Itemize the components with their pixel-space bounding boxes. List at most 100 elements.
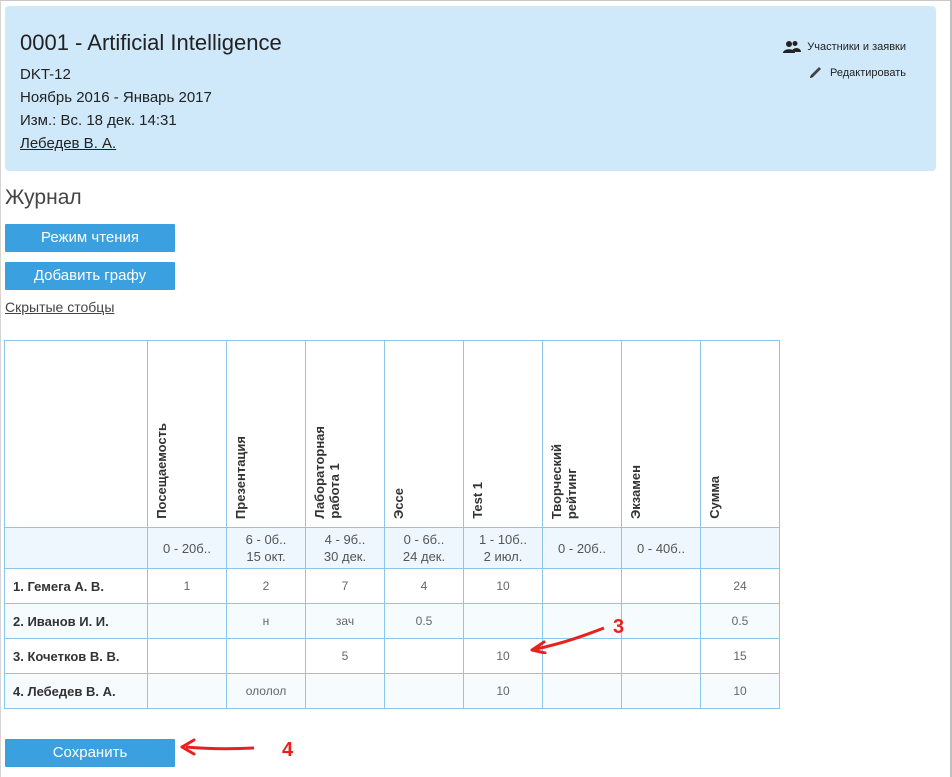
- grade-cell[interactable]: [147, 603, 227, 639]
- range-score: 0 - 20б..: [163, 540, 211, 556]
- column-header[interactable]: Посещаемость: [147, 340, 227, 528]
- grade-cell[interactable]: [226, 638, 306, 674]
- save-button[interactable]: Сохранить: [5, 739, 175, 767]
- pencil-icon: [810, 67, 821, 78]
- range-row: 0 - 20б.. 6 - 0б.. 15 окт. 4 - 9б.. 30 дек…: [4, 527, 780, 569]
- read-mode-button[interactable]: Режим чтения: [5, 224, 175, 252]
- grade-cell[interactable]: 5: [305, 638, 385, 674]
- journal-title: Журнал: [5, 186, 82, 209]
- range-score: 0 - 6б..: [403, 532, 445, 547]
- column-header[interactable]: Test 1: [463, 340, 543, 528]
- teacher-link[interactable]: Лебедев В. А.: [20, 135, 116, 152]
- annotation-arrow-icon: [180, 738, 255, 756]
- table-row: 1. Гемега А. В. 1 2 7 4 10 24: [4, 568, 780, 604]
- grade-cell[interactable]: [384, 638, 464, 674]
- header-actions: Участники и заявки Редактировать: [783, 38, 906, 90]
- grade-cell[interactable]: 0.5: [384, 603, 464, 639]
- range-corner: [4, 527, 148, 569]
- table-row: 3. Кочетков В. В. 5 10 15: [4, 638, 780, 674]
- column-header-label: Лабораторная работа 1: [312, 426, 342, 519]
- annotation-label-3: 3: [613, 616, 625, 638]
- grade-cell[interactable]: 1: [147, 568, 227, 604]
- users-icon: [783, 41, 802, 53]
- range-cell: 0 - 40б..: [621, 527, 701, 569]
- column-header-label: Посещаемость: [154, 423, 169, 519]
- grade-cell[interactable]: 10: [463, 568, 543, 604]
- grade-cell[interactable]: 4: [384, 568, 464, 604]
- student-name: 4. Лебедев В. А.: [4, 673, 148, 709]
- range-date: 30 дек.: [323, 549, 367, 564]
- window-top-border: [0, 0, 952, 1]
- annotation-label-4: 4: [282, 739, 294, 761]
- grade-cell[interactable]: 7: [305, 568, 385, 604]
- grade-cell[interactable]: [542, 673, 622, 709]
- student-name: 2. Иванов И. И.: [4, 603, 148, 639]
- range-date: 2 июл.: [483, 549, 523, 564]
- student-name: 3. Кочетков В. В.: [4, 638, 148, 674]
- range-cell: [700, 527, 780, 569]
- range-score: 0 - 20б..: [558, 540, 606, 556]
- table-row: 4. Лебедев В. А. ололол 10 10: [4, 673, 780, 709]
- range-date: 15 окт.: [246, 549, 286, 564]
- grade-cell[interactable]: ололол: [226, 673, 306, 709]
- column-header[interactable]: Творческий рейтинг: [542, 340, 622, 528]
- edit-label: Редактировать: [830, 67, 906, 79]
- column-header[interactable]: Эссе: [384, 340, 464, 528]
- column-header-label: Экзамен: [628, 465, 643, 519]
- sum-cell: 0.5: [700, 603, 780, 639]
- range-date: 24 дек.: [402, 549, 446, 564]
- grade-cell[interactable]: [305, 673, 385, 709]
- column-header-label: Презентация: [233, 435, 248, 519]
- course-code: DKT-12: [20, 66, 71, 83]
- range-cell: 6 - 0б.. 15 окт.: [226, 527, 306, 569]
- range-cell: 0 - 20б..: [542, 527, 622, 569]
- course-header: 0001 - Artificial Intelligence DKT-12 Но…: [5, 6, 936, 171]
- range-cell: 4 - 9б.. 30 дек.: [305, 527, 385, 569]
- gradebook-table: Посещаемость Презентация Лабораторная ра…: [4, 340, 780, 709]
- range-score: 1 - 10б..: [479, 532, 527, 547]
- column-header[interactable]: Экзамен: [621, 340, 701, 528]
- window-left-border: [0, 0, 1, 777]
- range-cell: 0 - 20б..: [147, 527, 227, 569]
- grade-cell[interactable]: зач: [305, 603, 385, 639]
- sum-cell: 15: [700, 638, 780, 674]
- grade-cell[interactable]: [147, 673, 227, 709]
- column-header-label: Сумма: [707, 476, 722, 519]
- student-rows: 1. Гемега А. В. 1 2 7 4 10 24 2. Иванов …: [4, 568, 780, 709]
- range-cell: 0 - 6б.. 24 дек.: [384, 527, 464, 569]
- grade-cell[interactable]: [621, 638, 701, 674]
- grade-cell[interactable]: [621, 673, 701, 709]
- grade-cell[interactable]: [621, 568, 701, 604]
- student-name: 1. Гемега А. В.: [4, 568, 148, 604]
- sum-cell: 24: [700, 568, 780, 604]
- grade-cell[interactable]: [621, 603, 701, 639]
- range-score: 6 - 0б..: [245, 532, 287, 547]
- header-row: Посещаемость Презентация Лабораторная ра…: [4, 340, 780, 528]
- participants-label: Участники и заявки: [807, 41, 906, 53]
- grade-cell[interactable]: н: [226, 603, 306, 639]
- grade-cell[interactable]: [147, 638, 227, 674]
- participants-link[interactable]: Участники и заявки: [783, 38, 906, 56]
- grade-cell[interactable]: 2: [226, 568, 306, 604]
- range-score: 4 - 9б..: [324, 532, 366, 547]
- sum-cell: 10: [700, 673, 780, 709]
- annotation-arrow-icon: [530, 626, 605, 654]
- column-header[interactable]: Лабораторная работа 1: [305, 340, 385, 528]
- range-cell: 1 - 10б.. 2 июл.: [463, 527, 543, 569]
- hidden-columns-link[interactable]: Скрытые стобцы: [5, 299, 114, 315]
- course-title: 0001 - Artificial Intelligence: [20, 30, 282, 55]
- column-header-label: Творческий рейтинг: [549, 443, 579, 519]
- column-header[interactable]: Сумма: [700, 340, 780, 528]
- grade-cell[interactable]: [542, 568, 622, 604]
- course-modified: Изм.: Вс. 18 дек. 14:31: [20, 112, 177, 129]
- edit-link[interactable]: Редактировать: [783, 64, 906, 82]
- course-period: Ноябрь 2016 - Январь 2017: [20, 89, 212, 106]
- column-header[interactable]: Презентация: [226, 340, 306, 528]
- corner-cell: [4, 340, 148, 528]
- grade-cell[interactable]: 10: [463, 673, 543, 709]
- add-column-button[interactable]: Добавить графу: [5, 262, 175, 290]
- grade-cell[interactable]: [384, 673, 464, 709]
- column-header-label: Эссе: [391, 488, 406, 519]
- table-row: 2. Иванов И. И. н зач 0.5 0.5: [4, 603, 780, 639]
- range-score: 0 - 40б..: [637, 540, 685, 556]
